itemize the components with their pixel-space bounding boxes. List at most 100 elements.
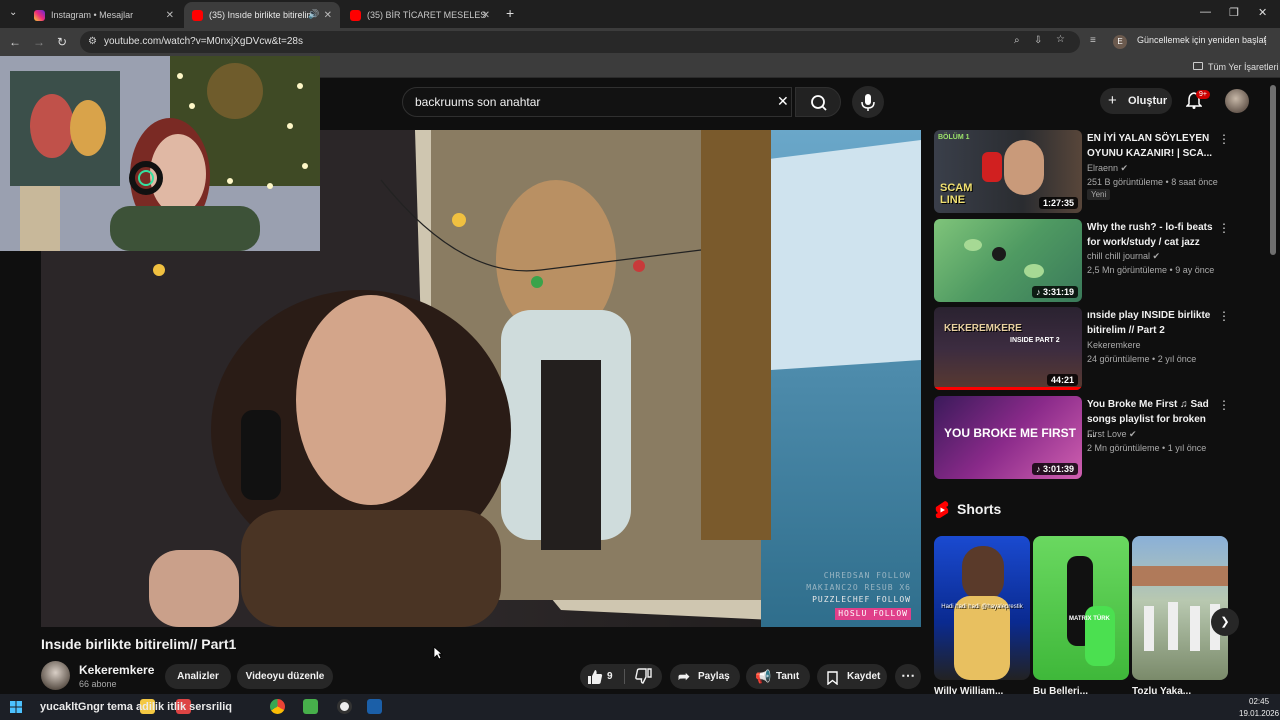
megaphone-icon: 📢 xyxy=(755,669,772,684)
recommendation-item[interactable]: KEKEREMKERE INSIDE PART 2 44:21 ınside p… xyxy=(934,307,1264,391)
recommendation-meta: 2,5 Mn görüntüleme • 9 ay önce xyxy=(1087,265,1215,275)
promote-button[interactable]: 📢 Tanıt xyxy=(746,664,810,689)
recommendation-item[interactable]: BÖLÜM 1 SCAM LINE 1:27:35 EN İYİ YALAN S… xyxy=(934,130,1264,214)
recommendation-item[interactable]: ♪ 3:31:19 Why the rush? - lo-fi beats fo… xyxy=(934,219,1264,303)
instagram-icon xyxy=(34,9,45,21)
bookmark-star-icon[interactable]: ☆ xyxy=(1056,34,1065,45)
address-bar-row: ← → ↻ ⚙ youtube.com/watch?v=M0nxjXgDVcw&… xyxy=(0,28,1280,56)
share-button[interactable]: ➦ Paylaş xyxy=(670,664,740,689)
thumbnail-text: SCAM LINE xyxy=(940,182,973,206)
short-person xyxy=(962,546,1004,601)
close-tab-icon[interactable]: ✕ xyxy=(482,10,490,21)
close-window-icon[interactable]: ✕ xyxy=(1258,6,1267,19)
more-vertical-icon[interactable]: ⋮ xyxy=(1218,221,1230,235)
video-thumbnail[interactable]: KEKEREMKERE INSIDE PART 2 44:21 xyxy=(934,307,1082,390)
reload-icon[interactable]: ↻ xyxy=(57,35,67,49)
thumbs-up-icon xyxy=(588,670,603,684)
short-thumbnail[interactable]: MATRIX TÜRK xyxy=(1033,536,1129,680)
clock-date[interactable]: 19.01.2026 xyxy=(1239,709,1279,718)
recommendation-channel[interactable]: chill chill journal ✔ xyxy=(1087,251,1160,262)
verified-icon: ✔ xyxy=(1120,163,1129,173)
short-dancer xyxy=(1144,606,1154,651)
search-icon xyxy=(811,95,827,111)
shorts-next-button[interactable]: ❯ xyxy=(1211,608,1239,636)
windows-start-icon[interactable] xyxy=(10,701,22,713)
more-vertical-icon[interactable]: ⋮ xyxy=(1218,398,1230,412)
create-label: Oluştur xyxy=(1128,95,1168,107)
site-info-icon[interactable]: ⚙ xyxy=(88,36,97,47)
save-label: Kaydet xyxy=(847,671,881,682)
channel-avatar[interactable] xyxy=(41,661,70,690)
recommendation-title[interactable]: EN İYİ YALAN SÖYLEYEN OYUNU KAZANIR! | S… xyxy=(1087,131,1215,161)
recommendation-channel[interactable]: Kekeremkere xyxy=(1087,340,1141,350)
minimize-icon[interactable]: — xyxy=(1200,6,1211,18)
webcam-frame xyxy=(0,56,320,251)
omnibox[interactable]: ⚙ youtube.com/watch?v=M0nxjXgDVcw&t=28s … xyxy=(80,31,1080,53)
clock-time[interactable]: 02:45 xyxy=(1249,697,1269,706)
short-dancer xyxy=(1168,602,1178,650)
recommendation-channel[interactable]: Elraenn ✔ xyxy=(1087,163,1128,174)
tab-title: (35) BİR TİCARET MESELESİ! - Y xyxy=(367,10,487,20)
overlay-line: PUZZLECHEF FOLLOW xyxy=(812,595,911,604)
game-app-icon[interactable] xyxy=(303,699,318,714)
tab-instagram[interactable]: Instagram • Mesajlar ✕ xyxy=(26,2,182,28)
verified-icon: ✔ xyxy=(1152,251,1161,261)
create-button[interactable]: + Oluştur xyxy=(1100,88,1172,114)
profile-avatar[interactable]: E xyxy=(1113,35,1127,49)
recommendation-title[interactable]: Why the rush? - lo-fi beats for work/stu… xyxy=(1087,220,1215,250)
windows-taskbar: yucakltGngr tema adilik itlik sersriliq xyxy=(0,694,1280,720)
analytics-button[interactable]: Analizler xyxy=(165,664,231,689)
video-thumbnail[interactable]: YOU BROKE ME FIRST ♪ 3:01:39 xyxy=(934,396,1082,479)
short-thumbnail[interactable] xyxy=(1132,536,1228,680)
bookmark-icon xyxy=(827,670,838,695)
video-thumbnail[interactable]: ♪ 3:31:19 xyxy=(934,219,1082,302)
more-vertical-icon[interactable]: ⋮ xyxy=(1218,132,1230,146)
obs-icon[interactable] xyxy=(337,699,352,714)
edit-video-button[interactable]: Videoyu düzenle xyxy=(237,664,333,689)
channel-name[interactable]: Kekeremkere xyxy=(79,663,154,677)
like-dislike-group: 9 xyxy=(580,664,662,689)
back-icon[interactable]: ← xyxy=(9,35,21,49)
short-dancer xyxy=(1190,606,1200,651)
maximize-icon[interactable]: ❐ xyxy=(1229,6,1239,19)
shorts-logo-icon xyxy=(935,501,949,519)
recommendation-channel[interactable]: First Love ✔ xyxy=(1087,429,1137,440)
new-tab-icon[interactable]: + xyxy=(506,5,514,21)
save-button[interactable]: Kaydet xyxy=(817,664,887,689)
recommendation-title[interactable]: ınside play INSIDE birlikte bitirelim //… xyxy=(1087,308,1215,338)
video-duration: 1:27:35 xyxy=(1038,197,1078,209)
page-scrollbar[interactable] xyxy=(1270,85,1276,255)
media-control-icon[interactable]: ≡ xyxy=(1090,35,1096,46)
more-vertical-icon[interactable]: ⋮ xyxy=(1218,309,1230,323)
video-thumbnail[interactable]: BÖLÜM 1 SCAM LINE 1:27:35 xyxy=(934,130,1082,213)
steam-icon[interactable] xyxy=(367,699,382,714)
account-avatar[interactable] xyxy=(1225,89,1249,113)
zoom-icon[interactable]: ⌕ xyxy=(1014,35,1020,46)
close-tab-icon[interactable]: ✕ xyxy=(166,10,174,21)
speaker-icon[interactable]: 🔊 xyxy=(308,9,319,20)
tab-youtube-active[interactable]: (35) Insıde birlikte bitirelim/ 🔊 ✕ xyxy=(184,2,340,28)
close-tab-icon[interactable]: ✕ xyxy=(324,10,332,21)
search-box[interactable]: backruums son anahtar ✕ xyxy=(402,87,792,117)
search-button[interactable] xyxy=(795,87,841,117)
tab-youtube-2[interactable]: (35) BİR TİCARET MESELESİ! - Y ✕ xyxy=(342,2,498,28)
search-input[interactable]: backruums son anahtar xyxy=(415,95,540,109)
chrome-icon[interactable] xyxy=(270,699,285,714)
recommendation-item[interactable]: YOU BROKE ME FIRST ♪ 3:01:39 You Broke M… xyxy=(934,396,1264,480)
browser-menu-icon[interactable]: ⋮ xyxy=(1260,34,1271,47)
tab-search-icon[interactable]: ⌄ xyxy=(9,7,17,18)
forward-icon[interactable]: → xyxy=(33,35,45,49)
more-actions-button[interactable]: ⋯ xyxy=(895,664,921,689)
clear-search-icon[interactable]: ✕ xyxy=(777,93,789,110)
short-overlay-text: Hadi hadi hadi @hayaleprestik xyxy=(941,604,1023,610)
promote-label: Tanıt xyxy=(776,671,800,682)
voice-search-button[interactable] xyxy=(852,86,884,118)
recommendation-meta: 2 Mn görüntüleme • 1 yıl önce xyxy=(1087,443,1207,453)
thumbs-down-icon xyxy=(635,668,652,684)
install-icon[interactable]: ⇩ xyxy=(1034,35,1042,46)
short-thumbnail[interactable]: Hadi hadi hadi @hayaleprestik xyxy=(934,536,1030,680)
share-label: Paylaş xyxy=(698,671,730,682)
url-text[interactable]: youtube.com/watch?v=M0nxjXgDVcw&t=28s xyxy=(104,36,303,47)
update-button[interactable]: Güncellemek için yeniden başlat xyxy=(1137,35,1266,45)
all-bookmarks-button[interactable]: Tüm Yer İşaretleri xyxy=(1208,62,1279,72)
